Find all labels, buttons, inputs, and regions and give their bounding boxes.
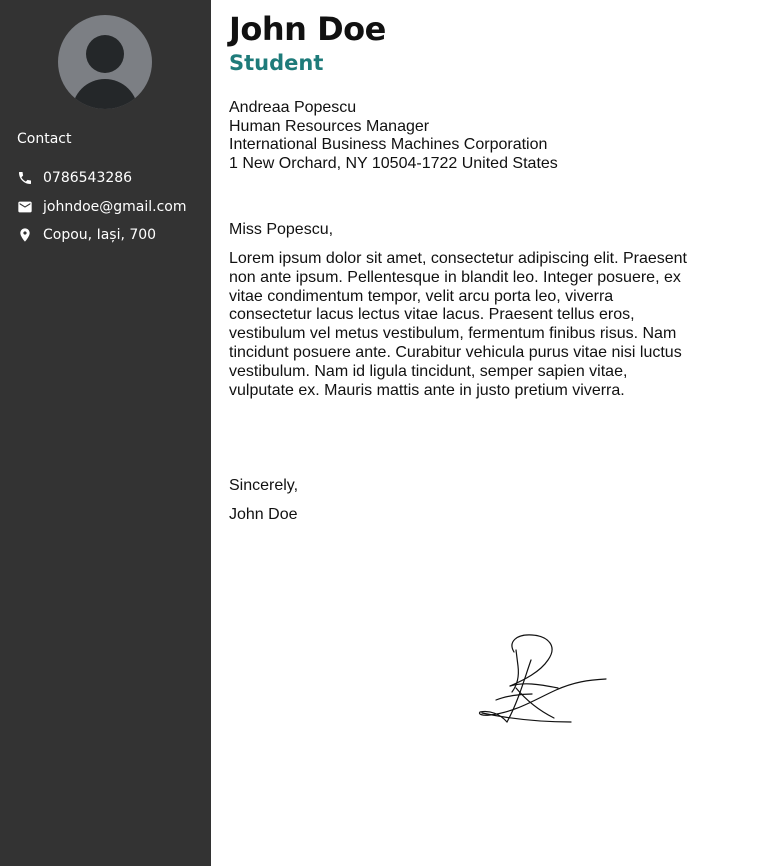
- sidebar: Contact 0786543286 johndoe@gmail.com Cop…: [0, 0, 211, 866]
- sender-name: John Doe: [229, 10, 386, 48]
- recipient-name: Andreaa Popescu: [229, 99, 357, 116]
- letter-body: Lorem ipsum dolor sit amet, consectetur …: [229, 250, 687, 399]
- avatar: [58, 15, 152, 109]
- recipient-address: 1 New Orchard, NY 10504-1722 United Stat…: [229, 154, 558, 172]
- letter-closing: Sincerely,: [229, 477, 299, 494]
- contact-heading: Contact: [17, 131, 72, 147]
- avatar-body-shape: [72, 79, 138, 109]
- recipient-title: Human Resources Manager: [229, 117, 430, 135]
- contact-email: johndoe@gmail.com: [17, 197, 187, 217]
- handwritten-signature: [478, 634, 607, 723]
- contact-phone: 0786543286: [17, 168, 132, 188]
- avatar-head-shape: [86, 35, 124, 73]
- phone-icon: [17, 170, 33, 186]
- email-address: johndoe@gmail.com: [43, 199, 187, 215]
- sender-role: Student: [229, 51, 324, 75]
- location-address: Copou, Iași, 700: [43, 227, 157, 243]
- letter-signer-name: John Doe: [229, 506, 298, 523]
- recipient-company: International Business Machines Corporat…: [229, 136, 548, 153]
- mail-icon: [17, 199, 33, 215]
- location-pin-icon: [17, 227, 33, 243]
- phone-number: 0786543286: [43, 170, 133, 186]
- contact-location: Copou, Iași, 700: [17, 225, 156, 245]
- letter-greeting: Miss Popescu,: [229, 221, 334, 238]
- recipient-block: Andreaa Popescu Human Resources Manager …: [229, 99, 558, 173]
